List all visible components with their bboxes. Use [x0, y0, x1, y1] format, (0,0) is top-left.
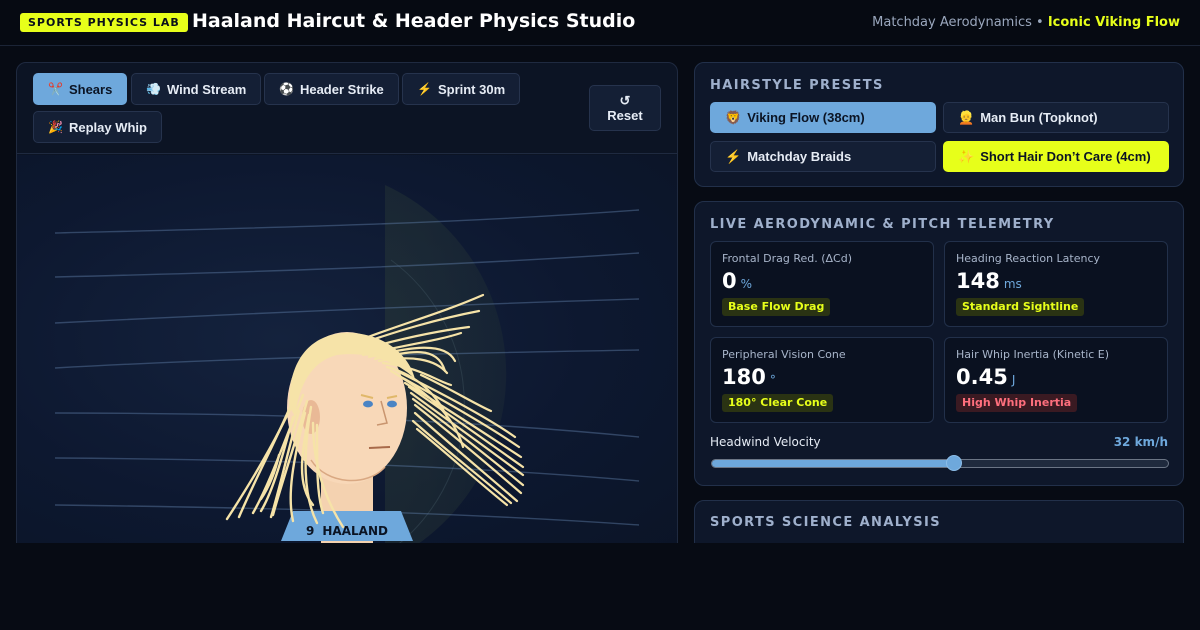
- hairstyle-presets-panel: HAIRSTYLE PRESETS 🦁 Viking Flow (38cm) 👱…: [694, 62, 1184, 187]
- telemetry-panel: LIVE AERODYNAMIC & PITCH TELEMETRY Front…: [694, 201, 1184, 486]
- metric-unit: %: [740, 277, 753, 291]
- metric-status-badge: Standard Sightline: [956, 298, 1085, 316]
- tool-label: Header Strike: [299, 81, 384, 97]
- metric-unit: J: [1011, 373, 1016, 387]
- subtitle-accent: Iconic Viking Flow: [1047, 15, 1180, 30]
- metric-label: Peripheral Vision Cone: [722, 348, 846, 361]
- presets-title: HAIRSTYLE PRESETS: [710, 78, 884, 93]
- metric-value: 180 °: [722, 365, 776, 389]
- subtitle-prefix: Matchday Aerodynamics: [872, 15, 1032, 30]
- reset-button[interactable]: ↺ Reset: [589, 85, 661, 131]
- preset-label: Viking Flow (38cm): [747, 110, 865, 125]
- headwind-slider-thumb[interactable]: [945, 455, 962, 471]
- right-eye: [387, 400, 397, 408]
- wind-icon: 💨: [146, 82, 161, 96]
- mouth: [368, 446, 391, 449]
- sparkles-icon: ✨: [958, 148, 975, 164]
- preset-label: Short Hair Don’t Care (4cm): [980, 149, 1151, 164]
- headwind-slider[interactable]: [711, 455, 1169, 471]
- person-blond-icon: 👱: [958, 109, 975, 125]
- scissors-icon: ✂️: [48, 82, 63, 96]
- preset-matchday-braids-button[interactable]: ⚡ Matchday Braids: [710, 141, 936, 172]
- metric-status-badge: 180° Clear Cone: [722, 394, 834, 412]
- tool-sprint-button[interactable]: ⚡ Sprint 30m: [402, 73, 521, 105]
- tool-replay-whip-button[interactable]: 🎉 Replay Whip: [33, 111, 162, 143]
- left-eye: [363, 400, 373, 408]
- tool-label: Sprint 30m: [437, 81, 506, 97]
- top-bar: SPORTS PHYSICS LAB Haaland Haircut & Hea…: [0, 0, 1200, 46]
- metric-card-drag: Frontal Drag Red. (ΔCd) 0% Base Flow Dra…: [710, 241, 934, 327]
- metric-number: 0: [722, 269, 737, 293]
- lion-icon: 🦁: [725, 109, 742, 125]
- tool-wind-stream-button[interactable]: 💨 Wind Stream: [131, 73, 262, 105]
- preset-label: Matchday Braids: [747, 149, 852, 164]
- app-title: Haaland Haircut & Header Physics Studio: [192, 10, 636, 32]
- reset-label: Reset: [607, 108, 643, 123]
- metric-status-badge: Base Flow Drag: [722, 298, 831, 316]
- lightning-icon: ⚡: [417, 82, 432, 96]
- metric-status-badge: High Whip Inertia: [956, 394, 1078, 412]
- tool-label: Replay Whip: [68, 119, 147, 135]
- metric-card-latency: Heading Reaction Latency 148 ms Standard …: [944, 241, 1168, 327]
- tool-shears-button[interactable]: ✂️ Shears: [33, 73, 128, 105]
- subtitle-separator: •: [1036, 15, 1044, 30]
- metric-label: Hair Whip Inertia (Kinetic E): [956, 348, 1110, 361]
- metric-unit: ms: [1003, 277, 1022, 291]
- telemetry-title: LIVE AERODYNAMIC & PITCH TELEMETRY: [710, 217, 1055, 232]
- hair-simulation-canvas[interactable]: 9 HAALAND: [17, 155, 677, 561]
- tool-header-strike-button[interactable]: ⚽ Header Strike: [264, 73, 399, 105]
- jersey-name: HAALAND: [322, 524, 388, 538]
- jersey-number: 9: [306, 524, 314, 538]
- metric-number: 0.45: [956, 365, 1008, 389]
- tool-label: Shears: [68, 81, 113, 97]
- headwind-label: Headwind Velocity: [710, 435, 821, 449]
- tool-toolbar: ✂️ Shears 💨 Wind Stream ⚽ Header Strike …: [17, 63, 677, 154]
- analysis-title: SPORTS SCIENCE ANALYSIS: [710, 515, 942, 530]
- header-subtitle: Matchday Aerodynamics • Iconic Viking Fl…: [872, 15, 1180, 30]
- metric-value: 0%: [722, 269, 752, 293]
- page-footer-space: [0, 543, 1200, 630]
- metric-unit: °: [769, 373, 776, 387]
- metric-card-vision: Peripheral Vision Cone 180 ° 180° Clear C…: [710, 337, 934, 423]
- metric-label: Heading Reaction Latency: [956, 252, 1101, 265]
- lab-badge: SPORTS PHYSICS LAB: [20, 13, 188, 32]
- reset-icon: ↺: [619, 93, 631, 108]
- headwind-slider-fill: [712, 460, 954, 467]
- physics-stage-panel: ✂️ Shears 💨 Wind Stream ⚽ Header Strike …: [16, 62, 678, 562]
- lightning-icon: ⚡: [725, 148, 742, 164]
- metric-number: 148: [956, 269, 1000, 293]
- metric-label: Frontal Drag Red. (ΔCd): [722, 252, 852, 265]
- headwind-value: 32 km/h: [1113, 435, 1168, 449]
- metric-value: 0.45 J: [956, 365, 1015, 389]
- preset-short-hair-button[interactable]: ✨ Short Hair Don’t Care (4cm): [943, 141, 1169, 172]
- party-popper-icon: 🎉: [48, 120, 63, 134]
- preset-man-bun-button[interactable]: 👱 Man Bun (Topknot): [943, 102, 1169, 133]
- metric-number: 180: [722, 365, 766, 389]
- metric-card-inertia: Hair Whip Inertia (Kinetic E) 0.45 J High…: [944, 337, 1168, 423]
- tool-label: Wind Stream: [166, 81, 247, 97]
- preset-viking-flow-button[interactable]: 🦁 Viking Flow (38cm): [710, 102, 936, 133]
- simulation-svg: 9 HAALAND: [54, 185, 640, 561]
- metric-value: 148 ms: [956, 269, 1022, 293]
- preset-label: Man Bun (Topknot): [980, 110, 1098, 125]
- soccer-ball-icon: ⚽: [279, 82, 294, 96]
